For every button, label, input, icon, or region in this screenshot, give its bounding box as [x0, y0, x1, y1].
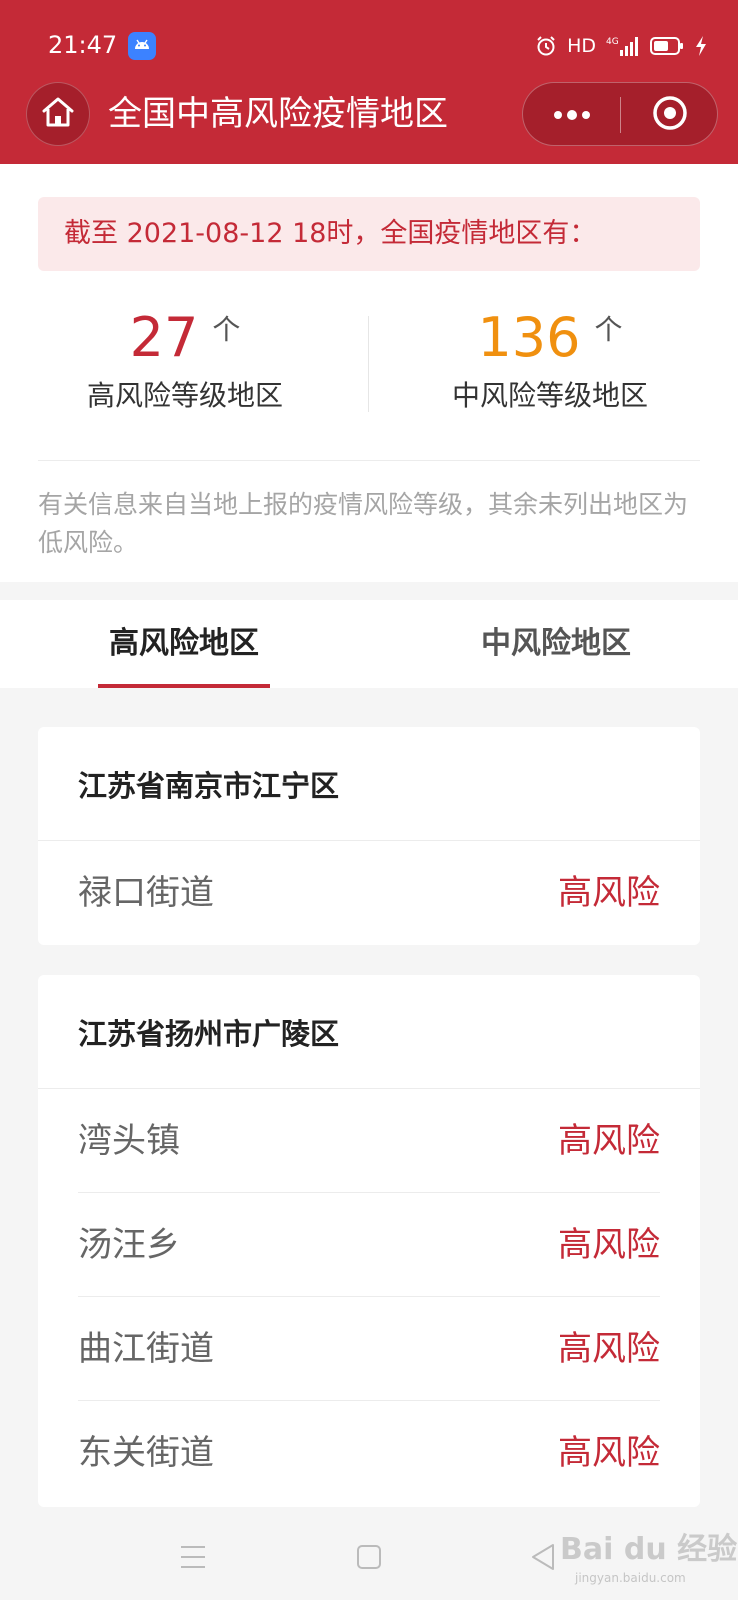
- area-name: 禄口街道: [78, 873, 214, 913]
- risk-level: 高风险: [558, 1433, 660, 1473]
- home-square-icon: [355, 1543, 383, 1575]
- nav-bar: 全国中高风险疫情地区: [0, 82, 738, 158]
- region-title: 江苏省扬州市广陵区: [38, 975, 700, 1089]
- status-indicators: HD 4G: [535, 31, 708, 61]
- charging-icon: [694, 35, 708, 57]
- status-time: 21:47: [48, 31, 118, 59]
- risk-level: 高风险: [558, 1121, 660, 1161]
- list-item: 东关街道 高风险: [78, 1401, 660, 1505]
- mid-risk-count: 136: [477, 306, 581, 369]
- region-title: 江苏省南京市江宁区: [38, 727, 700, 841]
- hd-label: HD: [567, 35, 596, 57]
- area-name: 汤汪乡: [78, 1225, 180, 1265]
- menu-icon: [179, 1544, 207, 1574]
- close-mini-program-button[interactable]: [621, 83, 719, 147]
- high-risk-unit: 个: [212, 313, 241, 346]
- region-card: 江苏省扬州市广陵区 湾头镇 高风险 汤汪乡 高风险 曲江街道 高风险 东关街道 …: [38, 975, 700, 1507]
- home-icon: [40, 95, 76, 133]
- app-header: 21:47 HD 4G 全国中高风险疫情地区: [0, 0, 738, 164]
- mid-risk-label: 中风险等级地区: [451, 379, 648, 412]
- summary-divider: [38, 460, 700, 461]
- baidu-watermark: Bai du 经验: [560, 1532, 738, 1567]
- region-card: 江苏省南京市江宁区 禄口街道 高风险: [38, 727, 700, 945]
- info-note: 有关信息来自当地上报的疫情风险等级，其余未列出地区为低风险。: [38, 490, 689, 557]
- stat-divider: [368, 316, 369, 412]
- risk-tabs: 高风险地区 中风险地区: [0, 600, 738, 688]
- status-bar: 21:47 HD 4G: [0, 0, 738, 90]
- high-risk-count: 27: [129, 306, 199, 369]
- high-risk-stat: 27 个 高风险等级地区: [20, 304, 350, 424]
- risk-level: 高风险: [558, 1225, 660, 1265]
- android-app-icon: [128, 32, 156, 60]
- system-nav-bar: Bai du 经验 jingyan.baidu.com: [0, 1520, 738, 1600]
- list-item: 湾头镇 高风险: [78, 1089, 660, 1193]
- recent-apps-button[interactable]: [163, 1534, 223, 1584]
- list-item: 禄口街道 高风险: [78, 841, 660, 945]
- risk-level: 高风险: [558, 873, 660, 913]
- mini-program-capsule: [522, 82, 718, 146]
- alarm-icon: [535, 35, 557, 57]
- list-item: 汤汪乡 高风险: [78, 1193, 660, 1297]
- back-icon: [529, 1542, 557, 1576]
- network-label: 4G: [606, 37, 619, 47]
- update-notice: 截至 2021-08-12 18时，全国疫情地区有：: [38, 197, 700, 271]
- mid-risk-unit: 个: [594, 313, 623, 346]
- home-button[interactable]: [26, 82, 90, 146]
- baidu-watermark-url: jingyan.baidu.com: [575, 1571, 686, 1585]
- mid-risk-stat: 136 个 中风险等级地区: [385, 304, 715, 424]
- more-icon: [552, 106, 592, 125]
- summary-section: 截至 2021-08-12 18时，全国疫情地区有： 27 个 高风险等级地区 1…: [0, 164, 738, 582]
- high-risk-label: 高风险等级地区: [86, 379, 283, 412]
- signal-icon: 4G: [606, 34, 640, 58]
- page: 21:47 HD 4G 全国中高风险疫情地区 截至 2021-08-12 18时…: [0, 0, 738, 1600]
- area-name: 湾头镇: [78, 1121, 180, 1161]
- area-name: 曲江街道: [78, 1329, 214, 1369]
- risk-level: 高风险: [558, 1329, 660, 1369]
- system-home-button[interactable]: [339, 1534, 399, 1584]
- list-item: 曲江街道 高风险: [78, 1297, 660, 1401]
- active-tab-indicator: [98, 684, 270, 688]
- close-mini-program-icon: [652, 95, 688, 135]
- more-button[interactable]: [523, 83, 621, 147]
- page-title: 全国中高风险疫情地区: [108, 94, 448, 134]
- battery-icon: [650, 36, 684, 56]
- tab-high-risk[interactable]: 高风险地区: [98, 600, 270, 688]
- tab-mid-risk[interactable]: 中风险地区: [470, 600, 642, 688]
- area-name: 东关街道: [78, 1433, 214, 1473]
